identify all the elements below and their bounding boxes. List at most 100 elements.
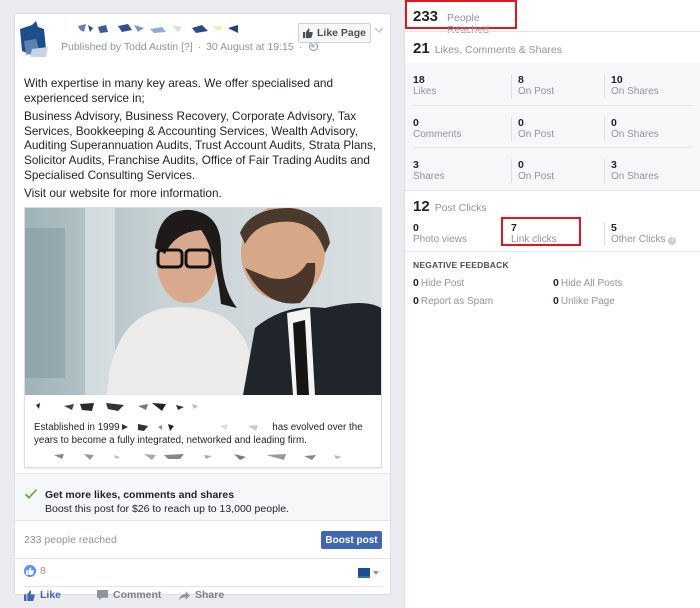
caret-down-icon	[373, 571, 379, 575]
boost-promo: Get more likes, comments and shares Boos…	[15, 473, 390, 521]
stat-value: 8	[518, 74, 524, 86]
like-page-button[interactable]: Like Page	[298, 23, 371, 43]
link-clicks-highlight	[501, 217, 581, 246]
boost-post-button[interactable]: Boost post	[321, 531, 382, 549]
promo-subtitle: Boost this post for $26 to reach up to 1…	[45, 503, 290, 515]
stats-row-likes: 18 Likes 8 On Post 10 On Shares	[413, 63, 693, 105]
stat-label: On Post	[518, 86, 555, 97]
post-body: With expertise in many key areas. We off…	[24, 76, 386, 205]
stat-value: 10	[611, 74, 623, 86]
stat-value: 0	[518, 159, 524, 171]
people-reached-highlight: 233 People Reached	[405, 0, 517, 36]
post-paragraph: Visit our website for more information.	[24, 186, 222, 201]
neg-value: 0	[413, 277, 419, 289]
stat-comments-on-post: 0 On Post	[511, 117, 554, 141]
help-marker[interactable]: [?]	[181, 41, 193, 53]
stat-label: On Shares	[611, 171, 659, 182]
stat-label: Likes	[413, 86, 437, 97]
thumbs-up-icon	[24, 590, 35, 601]
stat-value: 3	[413, 159, 419, 171]
link-preview[interactable]: Established in 1999 has evolved over the…	[24, 207, 382, 468]
reactions-bar: 8	[15, 560, 390, 587]
share-icon	[179, 590, 190, 600]
post-paragraph: With expertise in many key areas. We off…	[24, 76, 334, 105]
post-paragraph: Business Advisory, Business Recovery, Co…	[24, 109, 377, 182]
insights-panel: 233 People Reached 21 Likes, Comments & …	[404, 0, 700, 608]
page-voice-selector[interactable]	[358, 568, 379, 578]
publisher-text[interactable]: Published by Todd Austin	[61, 41, 178, 53]
promo-title: Get more likes, comments and shares	[45, 489, 235, 501]
link-description-start: Established in 1999	[34, 422, 120, 433]
post-header: Published by Todd Austin [?] · 30 August…	[15, 14, 390, 57]
engagement-value: 21	[413, 40, 430, 57]
link-description: Established in 1999 has evolved over the…	[34, 422, 374, 447]
stat-likes: 18 Likes	[413, 74, 436, 98]
stats-row-comments: 0 Comments 0 On Post 0 On Shares	[413, 105, 693, 147]
link-preview-caption: Established in 1999 has evolved over the…	[34, 401, 374, 472]
people-reached-label: People Reached	[447, 12, 490, 36]
neg-label: Hide Post	[420, 278, 465, 289]
stat-label: Photo views	[413, 234, 467, 245]
stat-value: 18	[413, 74, 425, 86]
chevron-down-icon[interactable]	[373, 24, 385, 36]
stat-value: 0	[611, 117, 617, 129]
neg-unlike-page: 0 Unlike Page	[553, 295, 615, 307]
post-timestamp[interactable]: 30 August at 19:15	[206, 41, 294, 53]
stat-value: 0	[413, 117, 419, 129]
people-reached-value: 233	[413, 8, 439, 25]
like-reaction-icon[interactable]	[24, 565, 36, 577]
share-label: Share	[195, 589, 225, 601]
reach-row: 233 people reached Boost post	[15, 521, 390, 559]
stat-value: 0	[518, 117, 524, 129]
people-reached-text[interactable]: 233 people reached	[24, 534, 117, 546]
globe-icon	[309, 42, 319, 51]
stat-photo-views: 0 Photo views	[413, 222, 467, 246]
stat-label: On Shares	[611, 86, 659, 97]
post-actions: Like Comment Share	[15, 589, 390, 601]
engagement-label: Likes, Comments & Shares	[434, 44, 562, 56]
divider	[405, 31, 700, 32]
stat-comments: 0 Comments	[413, 117, 461, 141]
comment-label: Comment	[113, 589, 162, 601]
link-title-redacted	[36, 403, 198, 411]
stat-likes-on-shares: 10 On Shares	[604, 74, 659, 98]
page-name-redacted[interactable]	[62, 22, 272, 36]
stats-row-shares: 3 Shares 0 On Post 3 On Shares	[413, 147, 693, 189]
byline-separator: ·	[197, 41, 202, 53]
stat-value: 0	[413, 222, 419, 234]
like-count[interactable]: 8	[40, 565, 46, 577]
post-clicks-label: Post Clicks	[434, 202, 487, 214]
post-clicks-value: 12	[413, 198, 430, 215]
engagement-stats: 18 Likes 8 On Post 10 On Shares 0 Comments 0…	[405, 63, 700, 190]
stat-label: Comments	[413, 129, 462, 140]
other-clicks-label: Other Clicks	[611, 234, 666, 245]
neg-report-spam: 0 Report as Spam	[413, 295, 493, 307]
stat-value: 5	[611, 222, 617, 234]
post-card: Published by Todd Austin [?] · 30 August…	[14, 13, 391, 601]
link-preview-image[interactable]	[25, 208, 381, 395]
stat-label: On Post	[518, 129, 555, 140]
comment-button[interactable]: Comment	[97, 589, 161, 601]
checkmark-icon	[25, 489, 37, 499]
neg-label: Report as Spam	[420, 296, 494, 307]
neg-hide-post: 0 Hide Post	[413, 277, 464, 289]
page-avatar[interactable]	[18, 19, 56, 57]
stat-shares-on-post: 0 On Post	[511, 159, 554, 183]
neg-label: Unlike Page	[560, 296, 615, 307]
neg-hide-all-posts: 0 Hide All Posts	[553, 277, 623, 289]
stat-shares-on-shares: 3 On Shares	[604, 159, 659, 183]
stat-label: On Shares	[611, 129, 659, 140]
post-byline: Published by Todd Austin [?] · 30 August…	[61, 41, 319, 53]
like-button[interactable]: Like	[24, 589, 61, 601]
stat-shares: 3 Shares	[413, 159, 445, 183]
share-button[interactable]: Share	[179, 589, 224, 601]
neg-value: 0	[553, 295, 559, 307]
divider	[24, 586, 382, 587]
neg-value: 0	[413, 295, 419, 307]
stat-label: On Post	[518, 171, 555, 182]
stat-label: Other Clicks i	[611, 234, 677, 246]
stat-likes-on-post: 8 On Post	[511, 74, 554, 98]
info-icon[interactable]: i	[668, 237, 677, 245]
comment-icon	[97, 589, 108, 600]
link-domain-redacted	[54, 454, 342, 460]
